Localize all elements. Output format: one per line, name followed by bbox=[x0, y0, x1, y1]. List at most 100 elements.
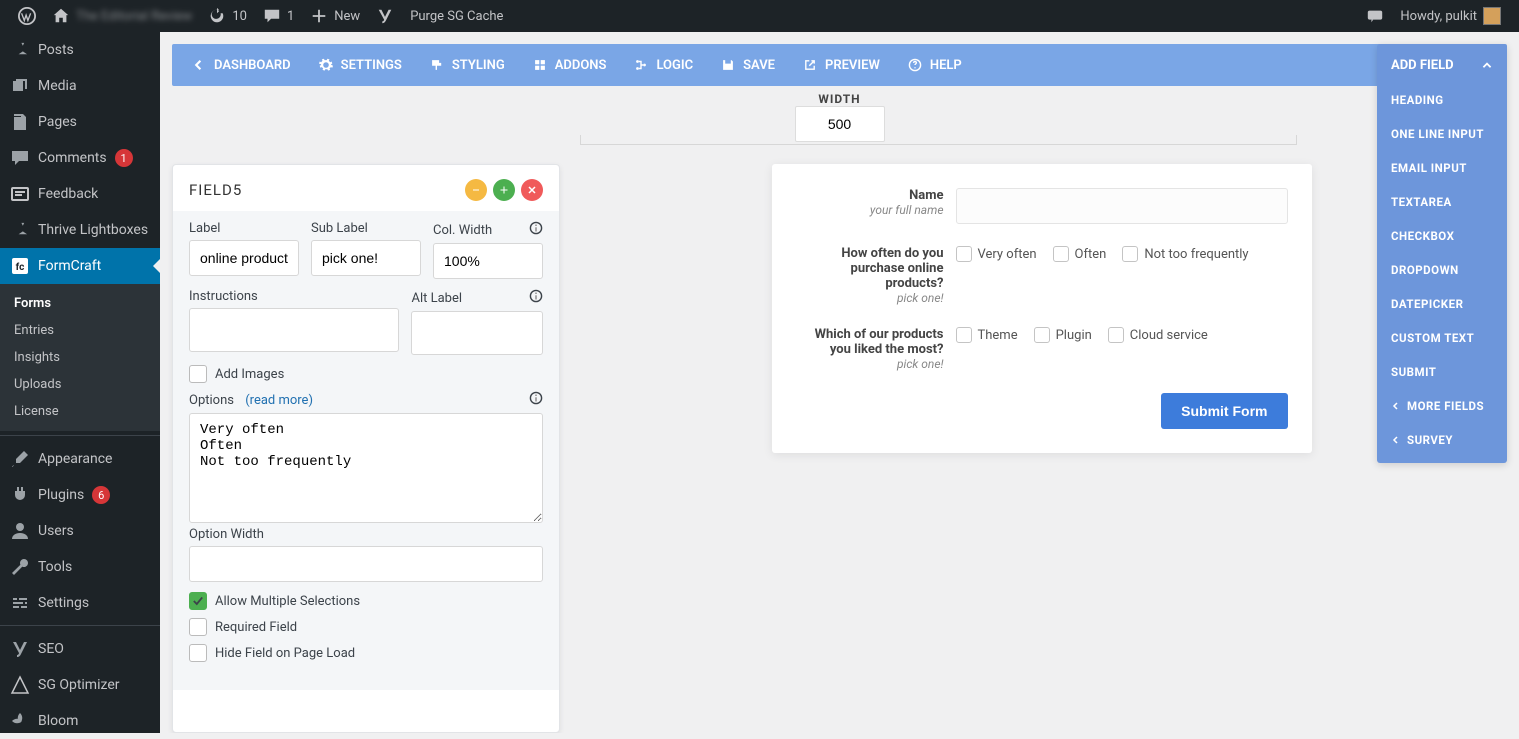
feedback-icon bbox=[10, 184, 30, 204]
addimages-checkbox[interactable]: Add Images bbox=[189, 365, 543, 383]
sidebar-item-label: Media bbox=[38, 78, 77, 94]
page-icon bbox=[10, 112, 30, 132]
brush-icon bbox=[10, 449, 30, 469]
sidebar-item-label: Users bbox=[38, 523, 74, 539]
toolbar-logic[interactable]: LOGIC bbox=[620, 44, 707, 86]
submit-button[interactable]: Submit Form bbox=[1161, 393, 1287, 429]
submenu-insights[interactable]: Insights bbox=[0, 344, 160, 371]
yoast-icon bbox=[10, 639, 30, 659]
main-area: DASHBOARD SETTINGS STYLING ADDONS LOGIC … bbox=[160, 32, 1519, 733]
info-icon[interactable] bbox=[529, 221, 543, 239]
toolbar-save[interactable]: SAVE bbox=[707, 44, 789, 86]
bloom-icon bbox=[10, 711, 30, 731]
sidebar-item-plugins[interactable]: Plugins 6 bbox=[0, 477, 160, 513]
hide-checkbox[interactable]: Hide Field on Page Load bbox=[189, 644, 543, 662]
instructions-input[interactable] bbox=[189, 308, 399, 352]
pin-icon bbox=[10, 220, 30, 240]
submenu-forms[interactable]: Forms bbox=[0, 290, 160, 317]
submenu-license[interactable]: License bbox=[0, 398, 160, 425]
sidebar-item-posts[interactable]: Posts bbox=[0, 32, 160, 68]
toolbar-addons[interactable]: ADDONS bbox=[519, 44, 621, 86]
comments-count[interactable]: 1 bbox=[255, 0, 302, 32]
sidebar-item-label: Posts bbox=[38, 42, 74, 58]
info-icon[interactable] bbox=[529, 391, 543, 409]
toolbar-preview[interactable]: PREVIEW bbox=[789, 44, 894, 86]
width-input[interactable] bbox=[795, 106, 885, 142]
preview-option[interactable]: Often bbox=[1053, 246, 1107, 262]
toolbar-styling[interactable]: STYLING bbox=[416, 44, 519, 86]
sidebar-item-thrive-lightboxes[interactable]: Thrive Lightboxes bbox=[0, 212, 160, 248]
toolbar-settings[interactable]: SETTINGS bbox=[305, 44, 416, 86]
addfield-email-input[interactable]: EMAIL INPUT bbox=[1377, 151, 1507, 185]
toolbar-help[interactable]: HELP bbox=[894, 44, 976, 86]
notices-icon[interactable] bbox=[1358, 0, 1392, 32]
badge: 1 bbox=[115, 149, 133, 167]
updates[interactable]: 10 bbox=[200, 0, 255, 32]
preview-label: Name bbox=[796, 188, 944, 203]
badge: 6 bbox=[92, 486, 110, 504]
addfield-textarea[interactable]: TEXTAREA bbox=[1377, 185, 1507, 219]
sidebar-item-tools[interactable]: Tools bbox=[0, 549, 160, 585]
survey[interactable]: SURVEY bbox=[1377, 423, 1507, 457]
addfield-heading[interactable]: HEADING bbox=[1377, 83, 1507, 117]
more-fields[interactable]: MORE FIELDS bbox=[1377, 389, 1507, 423]
preview-option[interactable]: Plugin bbox=[1034, 327, 1092, 343]
submenu-entries[interactable]: Entries bbox=[0, 317, 160, 344]
sidebar-item-label: Comments bbox=[38, 150, 107, 166]
branch-icon bbox=[634, 58, 648, 72]
field-title: FIELD5 bbox=[189, 181, 242, 199]
altlabel-label: Alt Label bbox=[411, 289, 543, 307]
addfield-one-line-input[interactable]: ONE LINE INPUT bbox=[1377, 117, 1507, 151]
required-checkbox[interactable]: Required Field bbox=[189, 618, 543, 636]
yoast-icon[interactable] bbox=[368, 0, 402, 32]
sidebar-item-seo[interactable]: SEO bbox=[0, 631, 160, 667]
preview-sublabel: pick one! bbox=[796, 291, 944, 305]
sidebar-item-users[interactable]: Users bbox=[0, 513, 160, 549]
preview-text-input[interactable] bbox=[956, 188, 1288, 224]
preview-option[interactable]: Not too frequently bbox=[1122, 246, 1248, 262]
addfield-checkbox[interactable]: CHECKBOX bbox=[1377, 219, 1507, 253]
wp-logo[interactable] bbox=[10, 0, 44, 32]
preview-option[interactable]: Very often bbox=[956, 246, 1037, 262]
sidebar-item-media[interactable]: Media bbox=[0, 68, 160, 104]
sidebar-item-settings[interactable]: Settings bbox=[0, 585, 160, 621]
purge-cache[interactable]: Purge SG Cache bbox=[402, 0, 511, 32]
site-home[interactable]: The Editorial Review bbox=[44, 0, 200, 32]
info-icon[interactable] bbox=[529, 289, 543, 307]
options-textarea[interactable] bbox=[189, 413, 543, 523]
new-content[interactable]: New bbox=[302, 0, 368, 32]
add-button[interactable] bbox=[493, 179, 515, 201]
sidebar-item-sg-optimizer[interactable]: SG Optimizer bbox=[0, 667, 160, 703]
readmore-link[interactable]: (read more) bbox=[245, 393, 313, 408]
sidebar-item-bloom[interactable]: Bloom bbox=[0, 703, 160, 739]
submenu-uploads[interactable]: Uploads bbox=[0, 371, 160, 398]
howdy-user[interactable]: Howdy, pulkit bbox=[1392, 0, 1509, 32]
sidebar-item-feedback[interactable]: Feedback bbox=[0, 176, 160, 212]
add-field-header[interactable]: ADD FIELD bbox=[1377, 44, 1507, 83]
preview-sublabel: your full name bbox=[796, 203, 944, 217]
allowmulti-checkbox[interactable]: Allow Multiple Selections bbox=[189, 592, 543, 610]
addfield-custom-text[interactable]: CUSTOM TEXT bbox=[1377, 321, 1507, 355]
collapse-button[interactable] bbox=[465, 179, 487, 201]
optionwidth-input[interactable] bbox=[189, 546, 543, 582]
grid-icon bbox=[533, 58, 547, 72]
gear-icon bbox=[319, 58, 333, 72]
sidebar-item-appearance[interactable]: Appearance bbox=[0, 441, 160, 477]
sidebar-item-formcraft[interactable]: FormCraft bbox=[0, 248, 160, 284]
sidebar-item-pages[interactable]: Pages bbox=[0, 104, 160, 140]
preview-option[interactable]: Cloud service bbox=[1108, 327, 1208, 343]
colwidth-label: Col. Width bbox=[433, 221, 543, 239]
preview-option[interactable]: Theme bbox=[956, 327, 1018, 343]
colwidth-input[interactable] bbox=[433, 243, 543, 279]
addfield-dropdown[interactable]: DROPDOWN bbox=[1377, 253, 1507, 287]
label-input[interactable] bbox=[189, 240, 299, 276]
sidebar-item-comments[interactable]: Comments 1 bbox=[0, 140, 160, 176]
toolbar-dashboard[interactable]: DASHBOARD bbox=[178, 44, 305, 86]
preview-sublabel: pick one! bbox=[796, 357, 944, 371]
addfield-submit[interactable]: SUBMIT bbox=[1377, 355, 1507, 389]
addfield-datepicker[interactable]: DATEPICKER bbox=[1377, 287, 1507, 321]
external-icon bbox=[803, 58, 817, 72]
remove-button[interactable] bbox=[521, 179, 543, 201]
sublabel-input[interactable] bbox=[311, 240, 421, 276]
altlabel-input[interactable] bbox=[411, 311, 543, 355]
